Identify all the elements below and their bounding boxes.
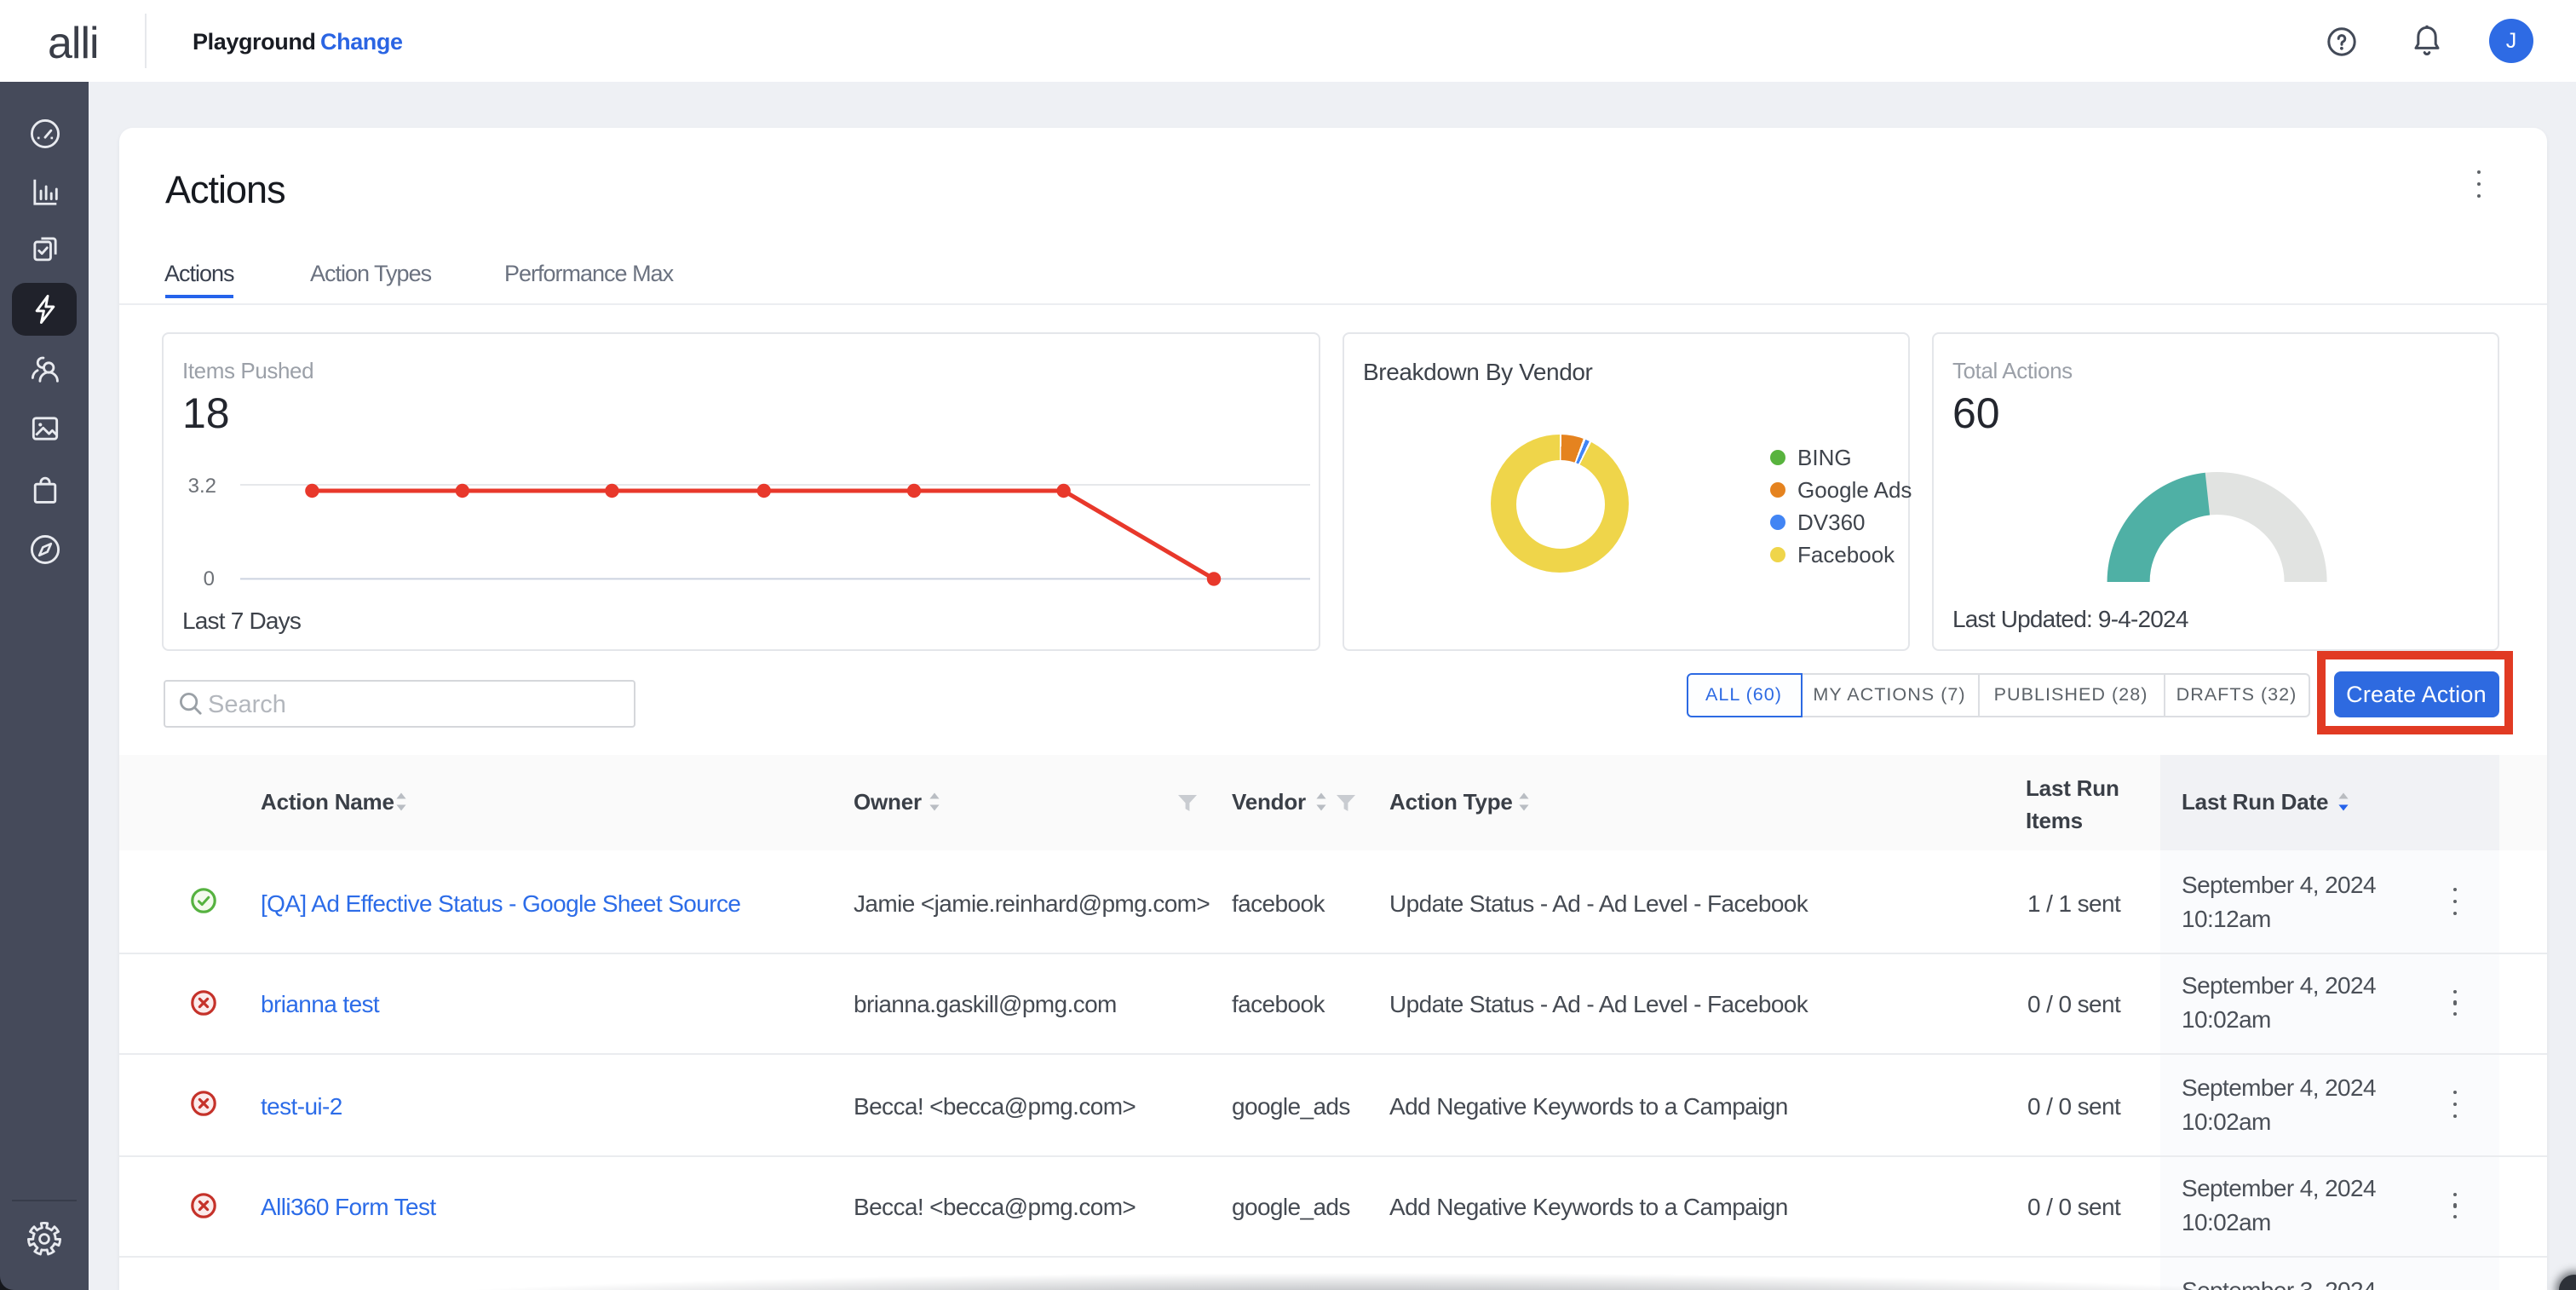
svg-text:0: 0 xyxy=(204,567,215,590)
svg-text:3.2: 3.2 xyxy=(188,475,216,498)
